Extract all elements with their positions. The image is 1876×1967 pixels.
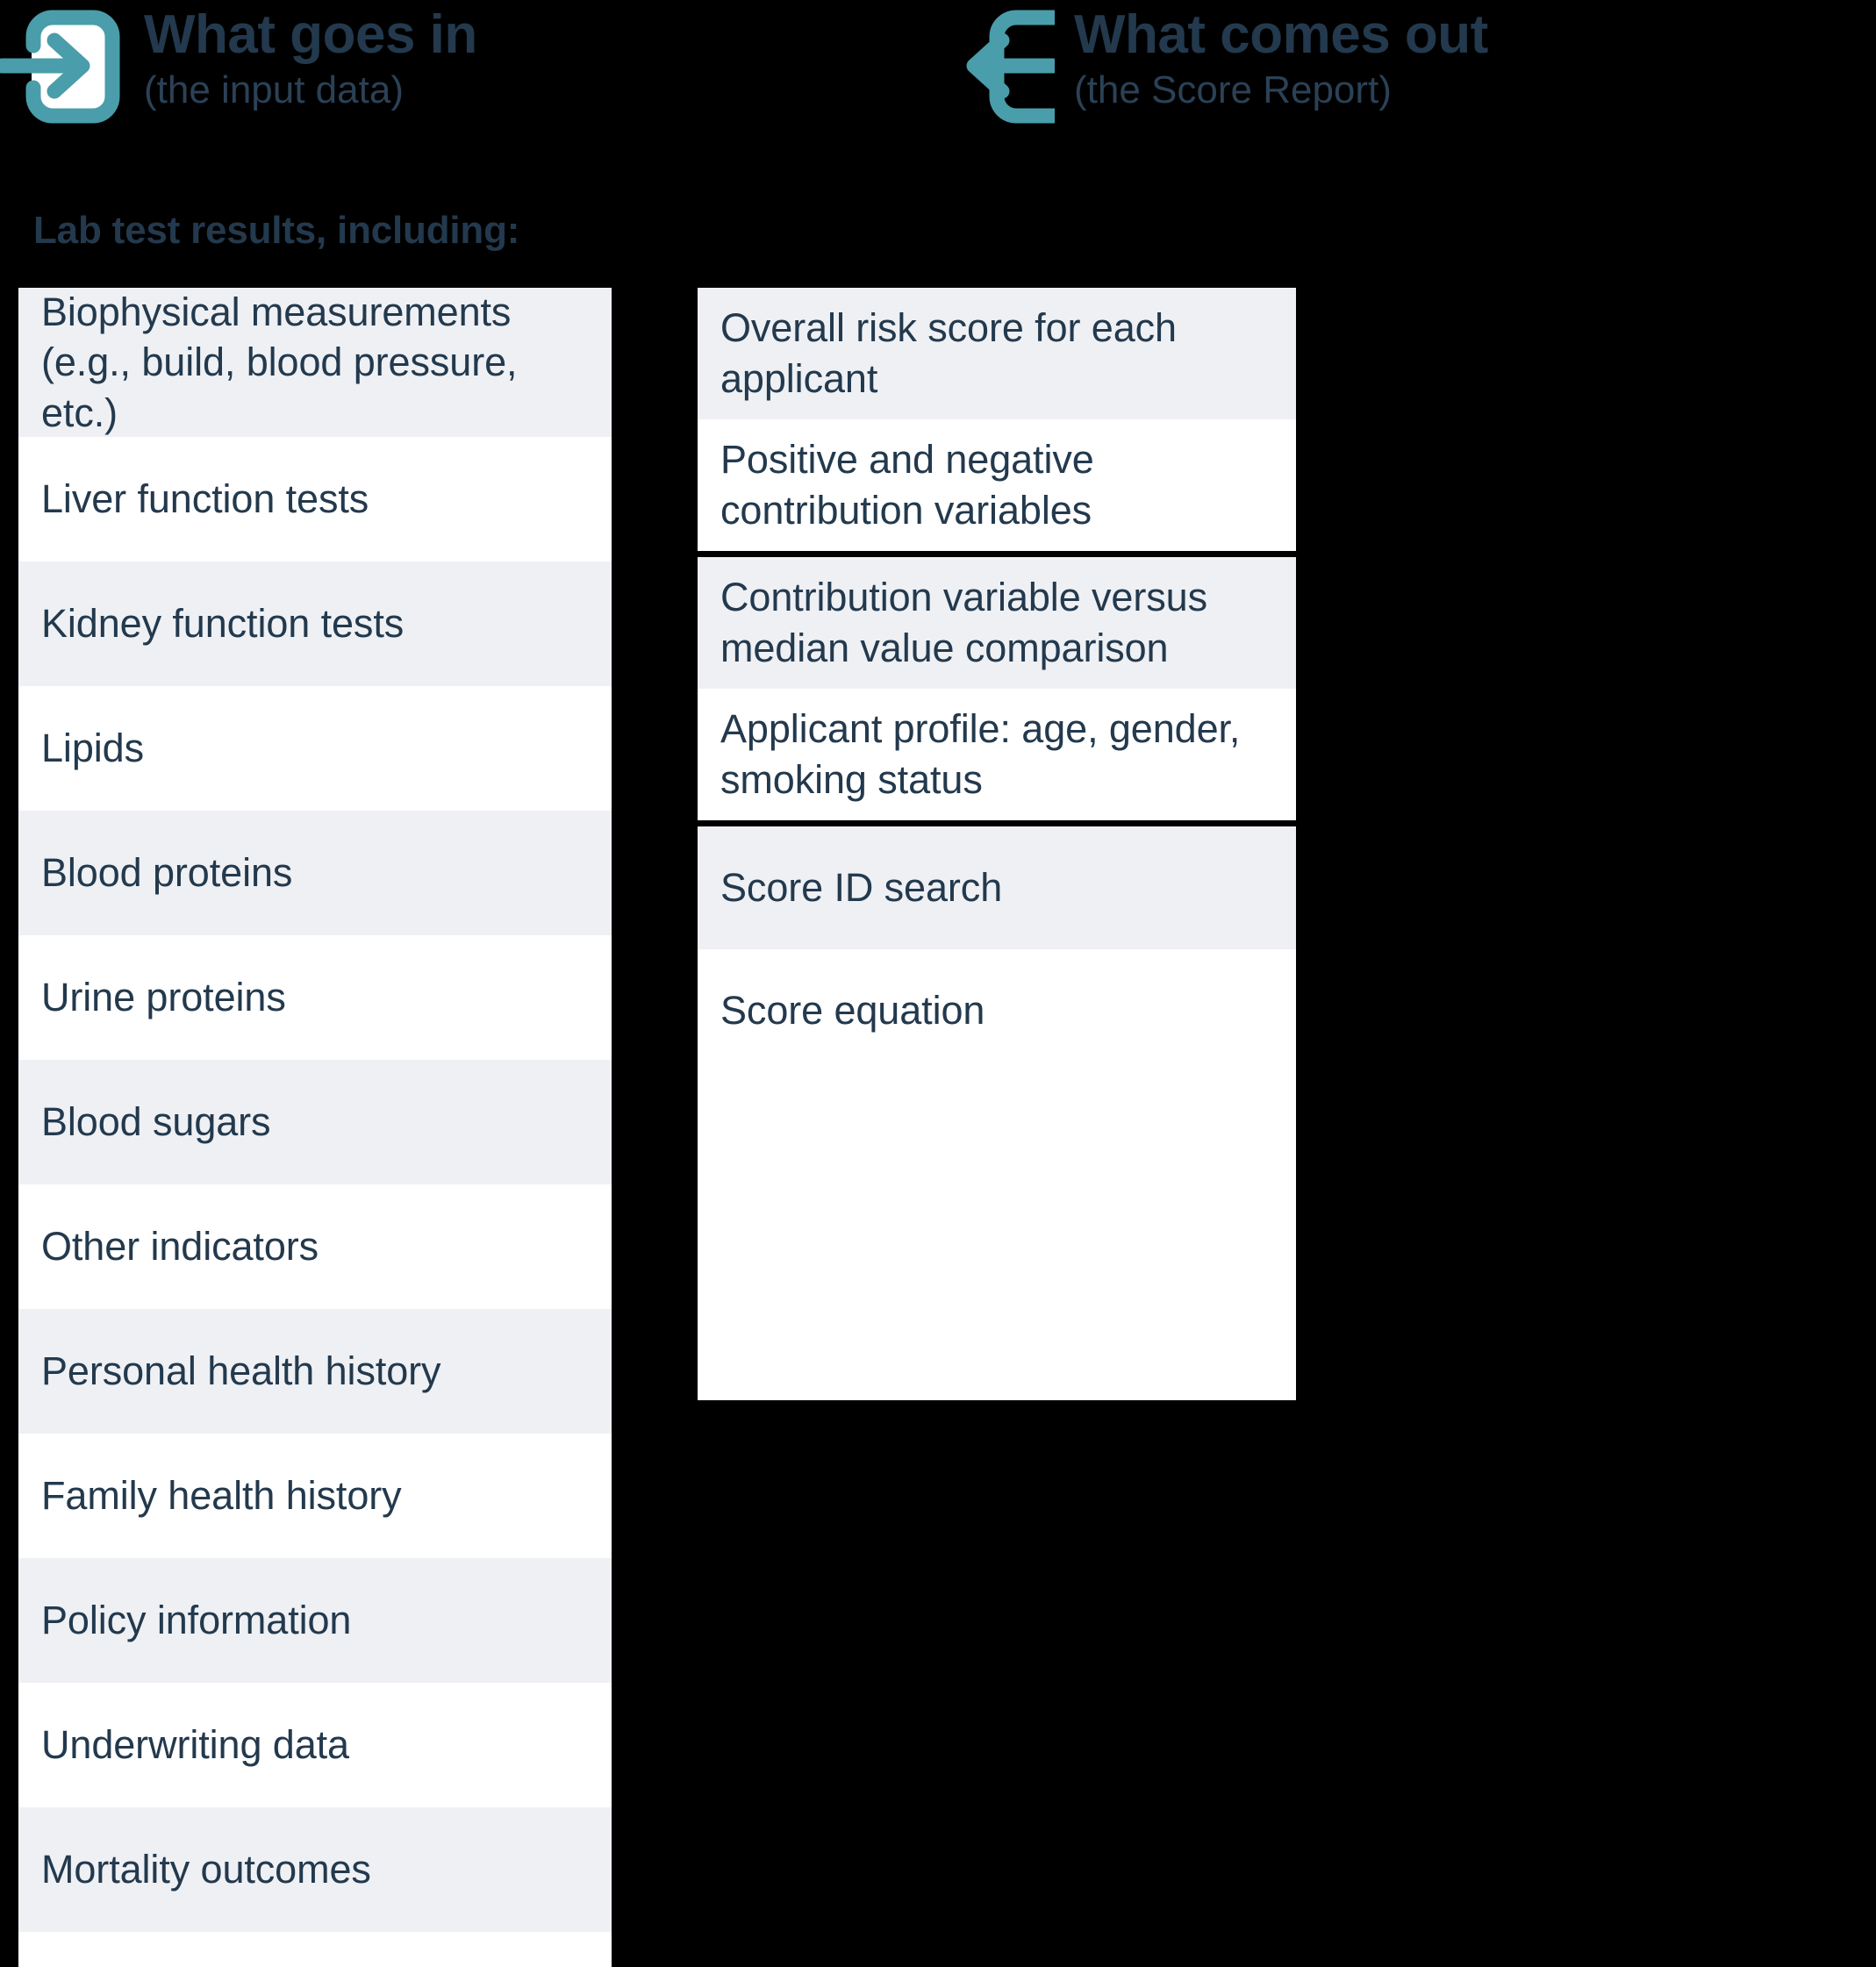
list-item: Biophysical measurements (e.g., build, b…	[18, 288, 612, 437]
input-title: What goes in	[144, 4, 477, 65]
section-divider	[698, 551, 1296, 557]
list-item: Contribution variable versus median valu…	[698, 557, 1296, 689]
list-item-label: Contribution variable versus median valu…	[720, 575, 1207, 670]
input-header-text: What goes in (the input data)	[125, 4, 477, 112]
arrow-into-box-icon	[0, 4, 125, 128]
infographic-canvas: What goes in (the input data) What comes…	[0, 0, 1876, 1967]
list-item-label: Mortality outcomes	[41, 1847, 371, 1892]
list-item: Policy information	[18, 1558, 612, 1683]
list-item-label: Blood sugars	[41, 1099, 271, 1145]
list-item: Liver function tests	[18, 437, 612, 561]
list-item-label: Score ID search	[720, 865, 1003, 911]
list-item-label: Blood proteins	[41, 850, 293, 896]
list-item-label: Kidney function tests	[41, 601, 405, 647]
list-item: Score equation	[698, 949, 1296, 1072]
output-header-text: What comes out (the Score Report)	[1055, 4, 1488, 112]
list-item: Blood proteins	[18, 811, 612, 935]
list-item: Family health history	[18, 1434, 612, 1558]
list-item: Other indicators	[18, 1184, 612, 1309]
list-item: Personal health history	[18, 1309, 612, 1434]
list-item-label: Underwriting data	[41, 1722, 349, 1768]
output-header: What comes out (the Score Report)	[930, 4, 1488, 128]
list-item: Score ID search	[698, 826, 1296, 949]
list-item: Applicant profile: age, gender, smoking …	[698, 689, 1296, 820]
list-item: Blood sugars	[18, 1060, 612, 1184]
list-item-label: Policy information	[41, 1598, 352, 1643]
list-item: Positive and negative contribution varia…	[698, 419, 1296, 551]
list-item-label: Score equation	[720, 988, 985, 1034]
input-data-list: Biophysical measurements (e.g., build, b…	[18, 288, 612, 1967]
list-item: Kidney function tests	[18, 561, 612, 686]
list-item-label: Other indicators	[41, 1224, 319, 1270]
list-item-label: Lipids	[41, 726, 144, 771]
list-item: Urine proteins	[18, 935, 612, 1060]
list-item: Overall risk score for each applicant	[698, 288, 1296, 419]
list-item-label: Personal health history	[41, 1348, 441, 1394]
list-item-label: Biophysical measurements (e.g., build, b…	[41, 289, 518, 435]
list-item-label: Family health history	[41, 1473, 402, 1519]
list-item-label: Urine proteins	[41, 975, 286, 1020]
score-report-list: Overall risk score for each applicant Po…	[698, 288, 1296, 1400]
output-title: What comes out	[1074, 4, 1488, 65]
list-item-label: Liver function tests	[41, 476, 369, 522]
input-subtitle: (the input data)	[144, 68, 404, 112]
list-item-label: Applicant profile: age, gender, smoking …	[720, 706, 1241, 802]
input-header: What goes in (the input data)	[0, 4, 477, 128]
list-item-label: Overall risk score for each applicant	[720, 305, 1177, 401]
arrow-out-of-box-icon	[930, 4, 1055, 128]
list-item: Mortality outcomes	[18, 1807, 612, 1932]
output-subtitle: (the Score Report)	[1074, 68, 1392, 112]
list-item: Lipids	[18, 686, 612, 811]
lab-test-results-label: Lab test results, including:	[33, 209, 520, 252]
list-item-label: Positive and negative contribution varia…	[720, 437, 1094, 533]
list-item: Underwriting data	[18, 1683, 612, 1807]
section-divider	[698, 820, 1296, 826]
